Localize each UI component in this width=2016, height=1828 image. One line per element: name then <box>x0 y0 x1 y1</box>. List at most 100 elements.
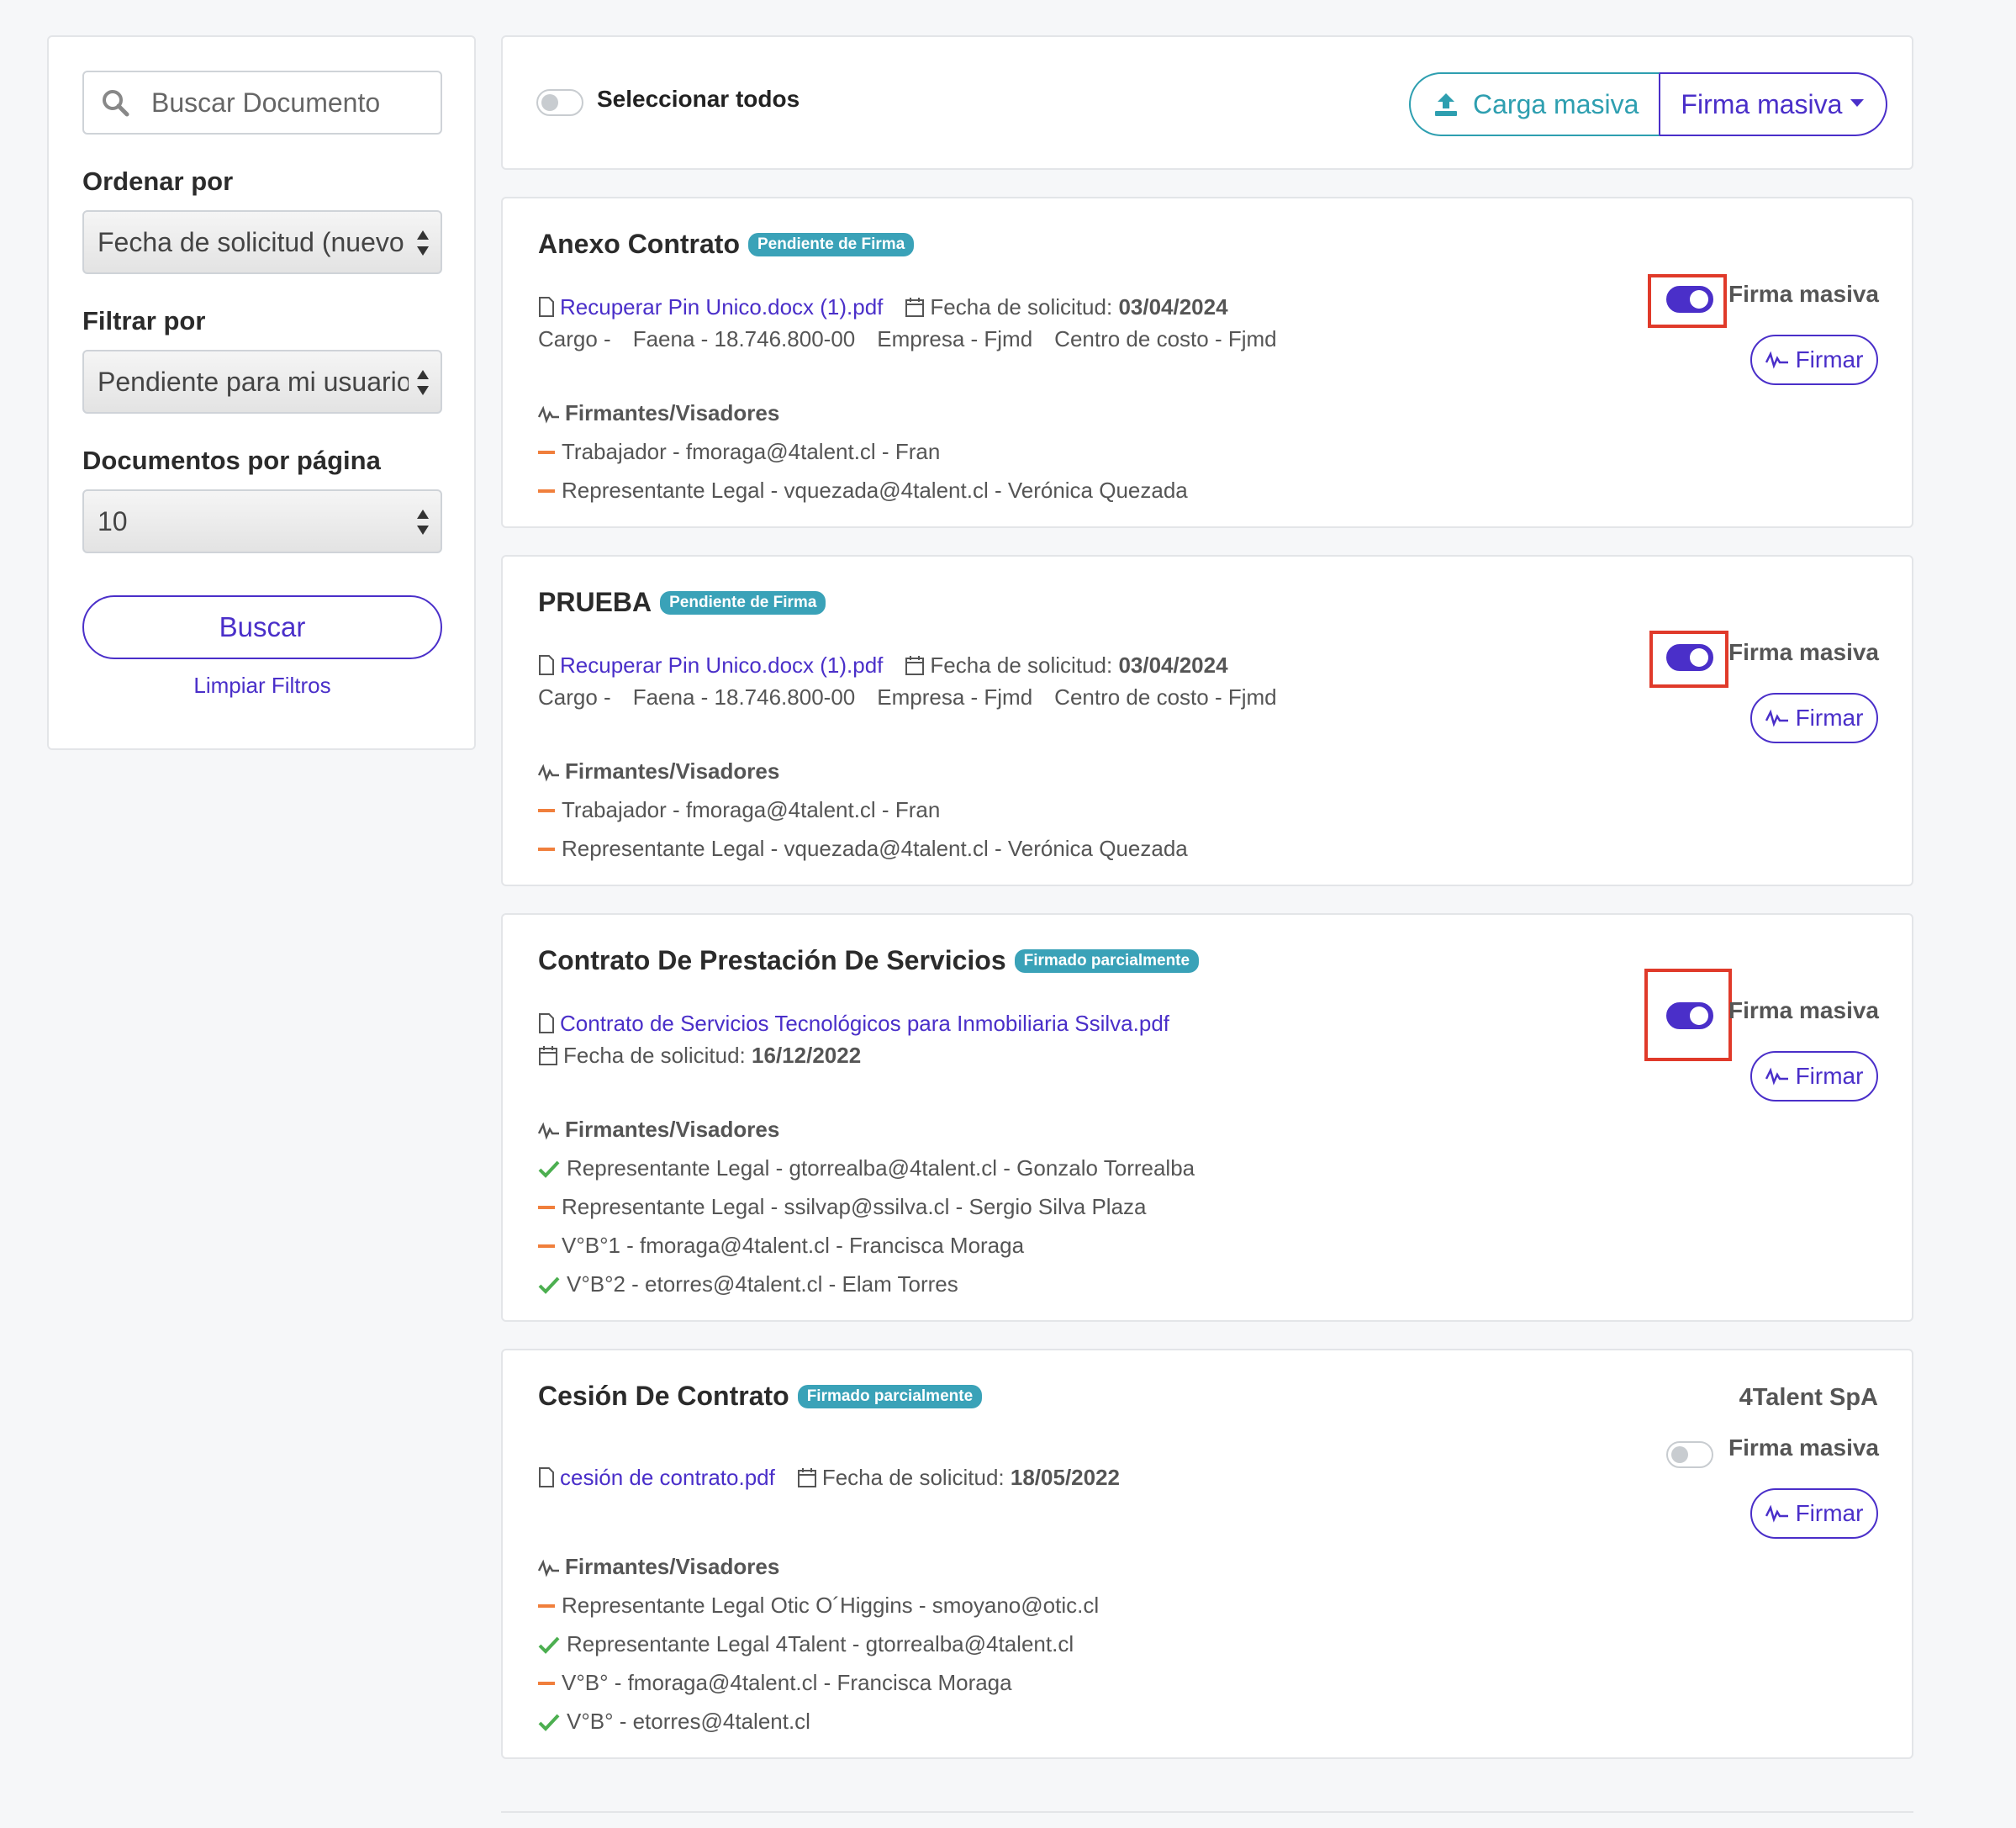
detail-empresa: Empresa - Fjmd <box>877 684 1033 710</box>
calendar-icon <box>539 1046 557 1065</box>
signer-row: Representante Legal - vquezada@4talent.c… <box>538 478 1188 504</box>
bulk-sign-toggle-label: Firma masiva <box>1728 281 1879 307</box>
company-name: 4Talent SpA <box>1739 1384 1878 1411</box>
search-button[interactable]: Buscar <box>82 595 442 659</box>
signer-row: Trabajador - fmoraga@4talent.cl - Fran <box>538 439 940 465</box>
request-date: 03/04/2024 <box>1118 652 1228 678</box>
upload-icon <box>1435 93 1457 116</box>
document-meta-row: Recuperar Pin Unico.docx (1).pdf Fecha de… <box>538 652 1228 679</box>
order-select-value: Fecha de solicitud (nuevo <box>98 226 404 257</box>
signer-row: V°B°1 - fmoraga@4talent.cl - Francisca M… <box>538 1233 1024 1259</box>
document-title: Contrato De Prestación De Servicios <box>538 945 1006 975</box>
document-title: Cesión De Contrato <box>538 1381 789 1411</box>
signer-row: V°B° - fmoraga@4talent.cl - Francisca Mo… <box>538 1670 1012 1696</box>
signature-icon <box>1765 1067 1788 1086</box>
bulk-upload-button[interactable]: Carga masiva <box>1409 72 1660 136</box>
document-meta-row: Recuperar Pin Unico.docx (1).pdf Fecha de… <box>538 294 1228 320</box>
document-meta-row: cesión de contrato.pdf Fecha de solicitud… <box>538 1465 1120 1491</box>
document-file-link[interactable]: cesión de contrato.pdf <box>560 1465 775 1490</box>
search-input[interactable] <box>150 86 422 119</box>
request-date: 03/04/2024 <box>1118 294 1228 320</box>
signature-icon <box>538 1122 559 1140</box>
select-arrows-icon <box>417 510 429 535</box>
signature-icon <box>1765 709 1788 727</box>
signer-row: Representante Legal - gtorrealba@4talent… <box>538 1155 1195 1181</box>
check-icon <box>538 1276 560 1294</box>
calendar-icon <box>905 656 925 675</box>
status-badge: Pendiente de Firma <box>748 232 915 256</box>
document-details-row: Cargo - Faena - 18.746.800-00 Empresa - Fj… <box>538 684 1277 711</box>
document-card: Cesión De Contrato Firmado parcialmente … <box>501 1349 1913 1759</box>
date-label: Fecha de solicitud: <box>563 1043 746 1068</box>
signer-row: Representante Legal - ssilvap@ssilva.cl … <box>538 1194 1147 1220</box>
status-badge: Pendiente de Firma <box>660 590 826 615</box>
filter-select[interactable]: Pendiente para mi usuario <box>82 350 442 414</box>
signer-row: Representante Legal Otic O´Higgins - smo… <box>538 1593 1099 1619</box>
date-label: Fecha de solicitud: <box>930 294 1113 320</box>
sign-button[interactable]: Firmar <box>1750 335 1878 385</box>
bulk-sign-toggle[interactable] <box>1666 286 1713 313</box>
signer-row: Trabajador - fmoraga@4talent.cl - Fran <box>538 797 940 823</box>
bulk-sign-toggle-label: Firma masiva <box>1728 639 1879 665</box>
pending-dash-icon <box>538 808 555 812</box>
detail-faena: Faena - 18.746.800-00 <box>632 326 856 351</box>
document-file-link[interactable]: Recuperar Pin Unico.docx (1).pdf <box>560 294 883 320</box>
signature-icon <box>538 763 559 782</box>
signer-row: V°B°2 - etorres@4talent.cl - Elam Torres <box>538 1271 958 1297</box>
search-field[interactable] <box>82 71 442 135</box>
search-icon <box>103 90 129 117</box>
check-icon <box>538 1636 560 1654</box>
bulk-sign-label: Firma masiva <box>1681 88 1843 119</box>
per-page-select[interactable]: 10 <box>82 489 442 553</box>
signer-row: Representante Legal 4Talent - gtorrealba… <box>538 1631 1074 1657</box>
signature-icon <box>538 1559 559 1577</box>
pending-dash-icon <box>538 1244 555 1248</box>
detail-empresa: Empresa - Fjmd <box>877 326 1033 351</box>
per-page-select-value: 10 <box>98 505 128 536</box>
list-bottom-divider <box>501 1811 1913 1813</box>
order-select[interactable]: Fecha de solicitud (nuevo <box>82 210 442 274</box>
bulk-sign-dropdown[interactable]: Firma masiva <box>1660 72 1888 136</box>
document-title: PRUEBA <box>538 587 652 617</box>
status-badge: Firmado parcialmente <box>1014 948 1200 973</box>
date-label: Fecha de solicitud: <box>821 1465 1005 1490</box>
date-label: Fecha de solicitud: <box>930 652 1113 678</box>
status-badge: Firmado parcialmente <box>797 1384 983 1408</box>
pending-dash-icon <box>538 847 555 851</box>
signers-heading: Firmantes/Visadores <box>538 400 779 426</box>
detail-centro-costo: Centro de costo - Fjmd <box>1054 326 1277 351</box>
bulk-actions-bar: Seleccionar todos Carga masiva Firma mas… <box>501 35 1913 170</box>
signer-row: Representante Legal - vquezada@4talent.c… <box>538 836 1188 862</box>
order-label: Ordenar por <box>82 166 234 196</box>
bulk-sign-toggle[interactable] <box>1666 1002 1713 1029</box>
document-card: Contrato De Prestación De Servicios Firm… <box>501 913 1913 1322</box>
clear-filters-link[interactable]: Limpiar Filtros <box>82 673 442 699</box>
select-all-label: Seleccionar todos <box>597 86 800 112</box>
bulk-sign-toggle[interactable] <box>1666 1441 1713 1468</box>
calendar-icon <box>797 1468 816 1487</box>
document-file-link[interactable]: Contrato de Servicios Tecnológicos para … <box>560 1011 1169 1036</box>
document-file-link[interactable]: Recuperar Pin Unico.docx (1).pdf <box>560 652 883 678</box>
pending-dash-icon <box>538 489 555 493</box>
sign-button[interactable]: Firmar <box>1750 1051 1878 1102</box>
caret-down-icon <box>1850 98 1865 107</box>
sign-button[interactable]: Firmar <box>1750 693 1878 743</box>
bulk-sign-toggle-label: Firma masiva <box>1728 997 1879 1023</box>
check-icon <box>538 1714 560 1731</box>
document-date-row: Fecha de solicitud: 16/12/2022 <box>538 1043 861 1069</box>
signers-heading: Firmantes/Visadores <box>538 1554 779 1580</box>
per-page-label: Documentos por página <box>82 446 381 475</box>
file-icon <box>539 655 554 675</box>
select-arrows-icon <box>417 230 429 256</box>
signers-heading: Firmantes/Visadores <box>538 758 779 785</box>
document-title: Anexo Contrato <box>538 229 740 259</box>
sign-button[interactable]: Firmar <box>1750 1488 1878 1539</box>
detail-faena: Faena - 18.746.800-00 <box>632 684 856 710</box>
bulk-sign-toggle[interactable] <box>1666 644 1713 671</box>
bulk-button-group: Carga masiva Firma masiva <box>1409 72 1888 136</box>
request-date: 16/12/2022 <box>752 1043 862 1068</box>
document-card: PRUEBA Pendiente de Firma Recuperar Pin … <box>501 555 1913 886</box>
select-all-toggle[interactable] <box>536 89 583 116</box>
signers-heading: Firmantes/Visadores <box>538 1117 779 1143</box>
detail-cargo: Cargo - <box>538 326 611 351</box>
